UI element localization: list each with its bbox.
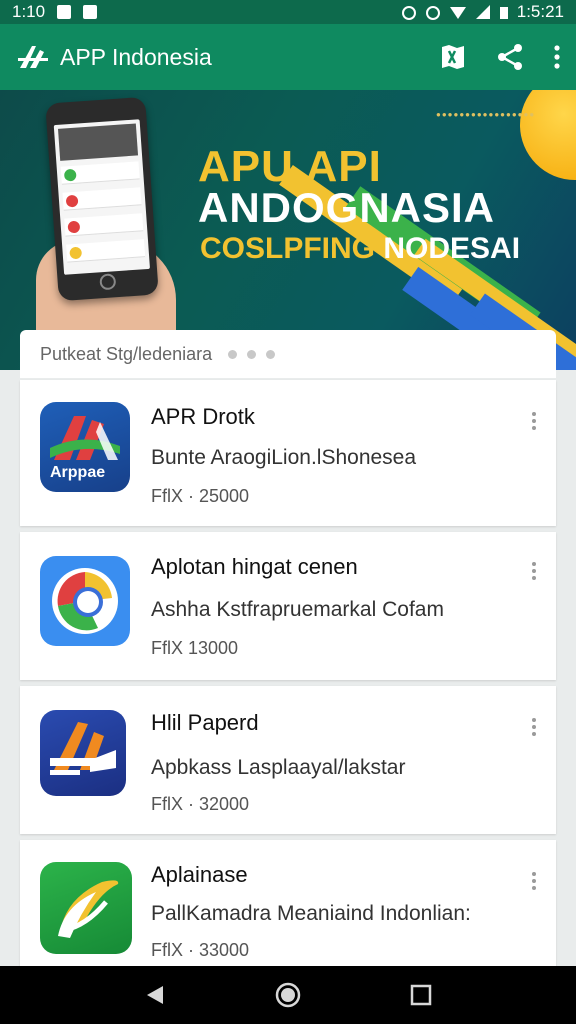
list-item[interactable]: Hlil Paperd Apbkass Lasplaayal/lakstar F… [20, 686, 556, 834]
more-vert-icon[interactable] [532, 872, 536, 890]
app-name: Aplotan hingat cenen [151, 554, 358, 579]
paper-icon [40, 710, 126, 796]
page-indicator [228, 349, 276, 359]
status-bar: 1:10 1:5:21 [0, 0, 576, 24]
search-bar[interactable]: Putkeat Stg/ledeniara [20, 330, 556, 378]
app-description: PallKamadra Meaniaind Indonlian: [151, 902, 471, 925]
leaf-icon [40, 862, 132, 954]
status-clock: 1:5:21 [516, 2, 564, 21]
app-price: FflX · 25000 [151, 486, 250, 506]
app-price: FflX · 32000 [151, 794, 250, 814]
app-bar: APP Indonesia [0, 24, 576, 90]
banner-headline-2: ANDOGNASIA [198, 184, 496, 231]
banner-tagline: ●●●●●●●●●●●●●●●●● [436, 110, 536, 119]
banner-headline-3: COSLPFING NODESAI [200, 232, 520, 266]
app-title: APP Indonesia [60, 43, 212, 70]
logo-icon [18, 46, 48, 68]
app-description: Apbkass Lasplaayal/lakstar [151, 756, 406, 779]
status-time: 1:10 [12, 2, 46, 21]
share-icon[interactable] [496, 43, 524, 71]
signal-icon [475, 5, 490, 19]
browser-icon [40, 556, 130, 646]
app-description: Ashha Kstfrapruemarkal Cofam [151, 598, 444, 621]
phone-illustration [45, 96, 159, 302]
back-icon[interactable] [144, 984, 166, 1006]
list-item[interactable]: Aplotan hingat cenen Ashha Kstfrapruemar… [20, 532, 556, 680]
map-icon[interactable] [440, 43, 466, 71]
battery-icon [499, 7, 508, 19]
list-item[interactable]: Aplainase PallKamadra Meaniaind Indonlia… [20, 840, 556, 970]
recents-icon[interactable] [410, 984, 432, 1006]
more-vert-icon[interactable] [532, 718, 536, 736]
system-nav-bar [0, 966, 576, 1024]
app-name: Hlil Paperd [151, 710, 259, 735]
list-item[interactable]: Arppae APR Drotk Bunte AraogiLion.lShone… [20, 380, 556, 526]
notification-icon [57, 5, 72, 19]
app-name: APR Drotk [151, 404, 255, 429]
sun-decoration [520, 90, 576, 180]
wifi-icon [449, 7, 466, 19]
banner-headline-3-yellow: COSLPFING [200, 232, 376, 265]
search-placeholder: Putkeat Stg/ledeniara [40, 343, 213, 364]
airpak-icon-label: Arppae [50, 464, 106, 481]
notification-icon-2 [83, 5, 98, 19]
app-price: FflX 13000 [151, 638, 239, 658]
more-vert-icon[interactable] [532, 562, 536, 580]
app-name: Aplainase [151, 862, 248, 887]
more-vert-icon[interactable] [554, 45, 560, 69]
app-price: FflX · 33000 [151, 940, 250, 960]
app-description: Bunte AraogiLion.lShonesea [151, 446, 417, 469]
vibrate-icon [425, 6, 440, 20]
promo-banner[interactable]: ●●●●●●●●●●●●●●●●● APU API ANDOGNASIA COS… [0, 90, 576, 370]
banner-headline-3-white: NODESAI [383, 232, 521, 265]
app-list: Arppae APR Drotk Bunte AraogiLion.lShone… [20, 380, 556, 976]
home-icon[interactable] [274, 981, 302, 1009]
airpak-icon: Arppae [40, 402, 130, 492]
alarm-icon [401, 6, 416, 20]
more-vert-icon[interactable] [532, 412, 536, 430]
